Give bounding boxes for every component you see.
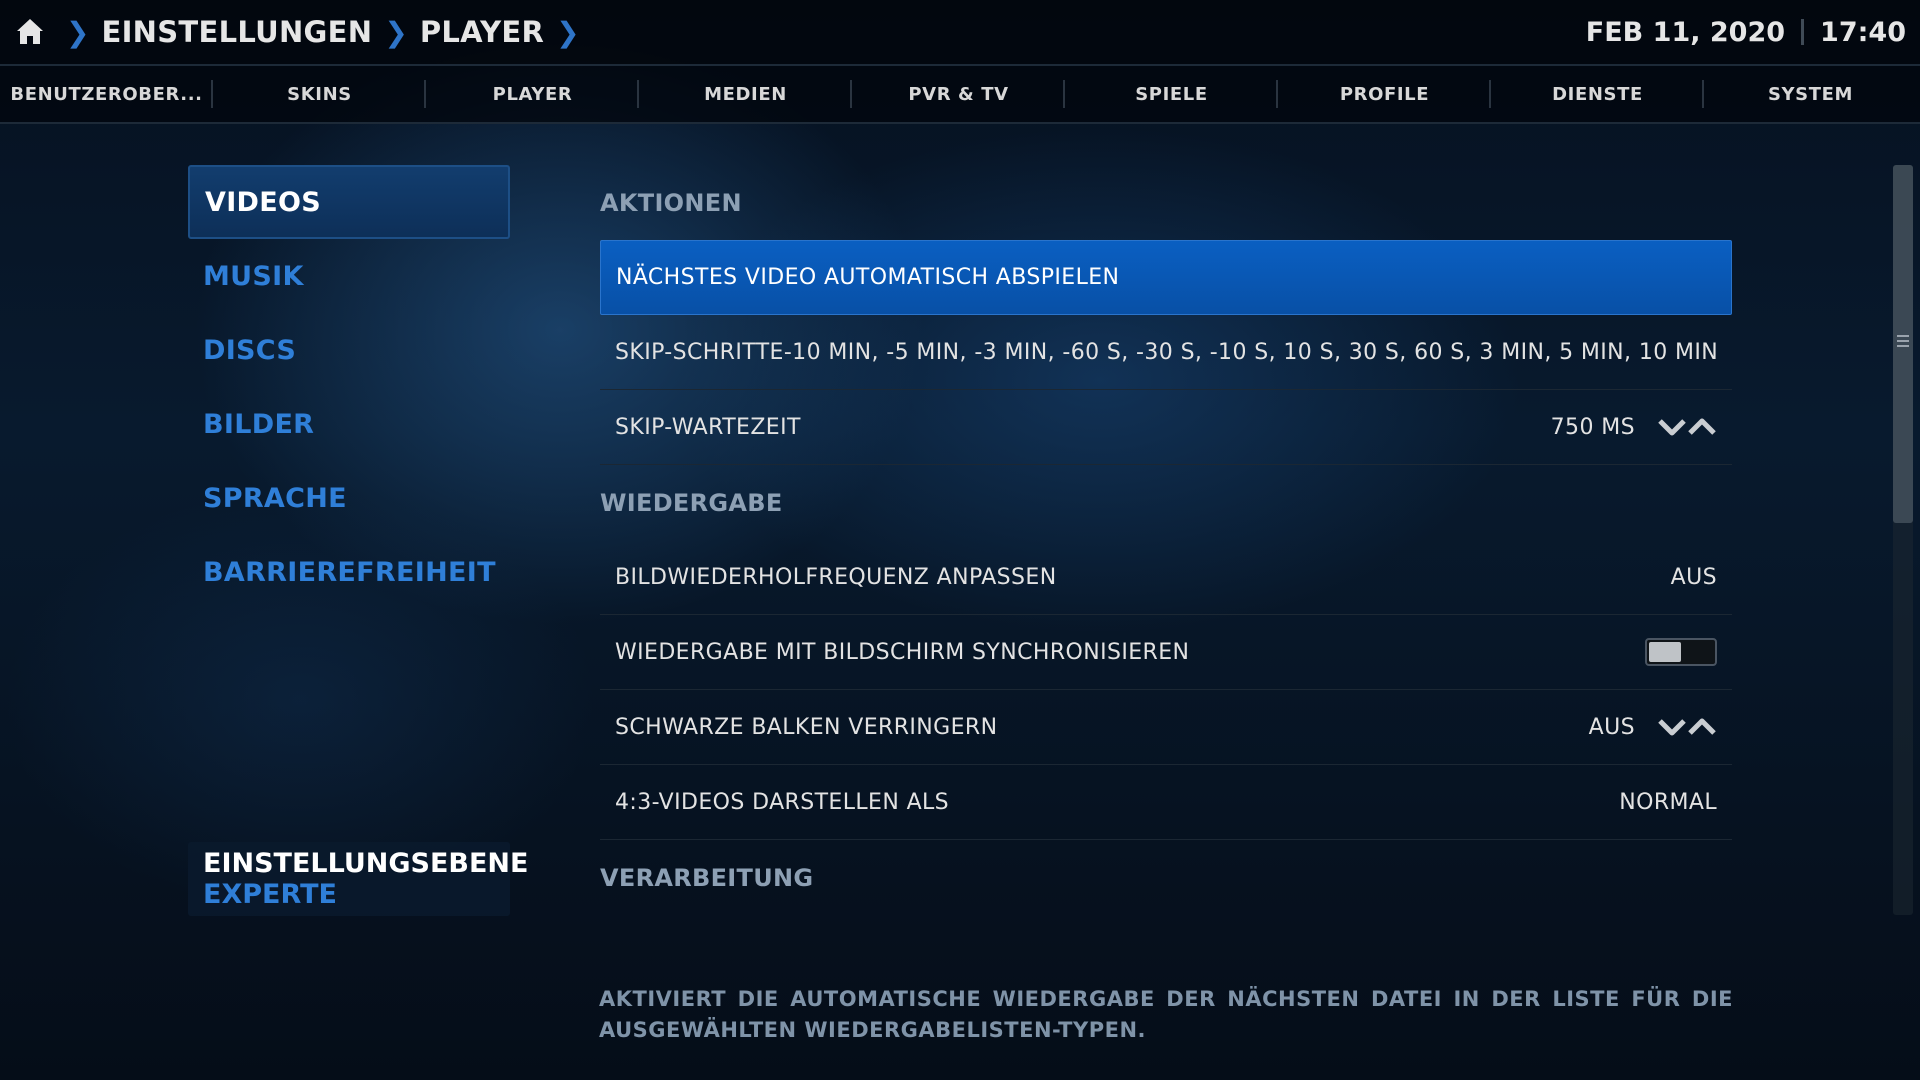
grip-icon: [1897, 335, 1909, 349]
setting-label: 4:3-VIDEOS DARSTELLEN ALS: [615, 789, 950, 815]
setting-label: WIEDERGABE MIT BILDSCHIRM SYNCHRONISIERE…: [615, 639, 1190, 665]
setting-display-4-3-videos[interactable]: 4:3-VIDEOS DARSTELLEN ALS NORMAL: [600, 765, 1732, 840]
setting-value: 750 MS: [1550, 414, 1635, 440]
category-pictures[interactable]: BILDER: [188, 387, 510, 461]
setting-value: NORMAL: [1619, 789, 1717, 815]
category-accessibility[interactable]: BARRIEREFREIHEIT: [188, 535, 510, 609]
home-icon[interactable]: [14, 16, 46, 48]
tab-games[interactable]: SPIELE: [1065, 66, 1278, 122]
tab-system[interactable]: SYSTEM: [1704, 66, 1917, 122]
tab-player[interactable]: PLAYER: [426, 66, 639, 122]
tab-pvr-tv[interactable]: PVR & TV: [852, 66, 1065, 122]
chevron-right-icon: ❯: [556, 15, 580, 49]
chevron-up-icon[interactable]: [1687, 416, 1717, 438]
breadcrumb-item-settings[interactable]: EINSTELLUNGEN: [101, 15, 372, 49]
breadcrumb-item-player: PLAYER: [419, 15, 545, 49]
date-time: FEB 11, 2020 17:40: [1586, 0, 1906, 64]
section-header-actions: AKTIONEN: [600, 188, 742, 217]
tab-interface[interactable]: BENUTZEROBER...: [0, 66, 213, 122]
category-language[interactable]: SPRACHE: [188, 461, 510, 535]
settings-level-value: EXPERTE: [203, 879, 337, 910]
setting-label: SKIP-WARTEZEIT: [615, 414, 801, 440]
toggle-knob: [1649, 642, 1681, 662]
settings-tabs: BENUTZEROBER... SKINS PLAYER MEDIEN PVR …: [0, 66, 1920, 124]
chevron-right-icon: ❯: [66, 15, 90, 49]
time-text: 17:40: [1820, 16, 1906, 48]
section-header-playback: WIEDERGABE: [600, 488, 783, 517]
category-videos[interactable]: VIDEOS: [188, 165, 510, 239]
section-header-processing: VERARBEITUNG: [600, 863, 814, 892]
chevron-down-icon[interactable]: [1657, 716, 1687, 738]
setting-skip-steps[interactable]: SKIP-SCHRITTE -10 MIN, -5 MIN, -3 MIN, -…: [600, 315, 1732, 390]
tab-services[interactable]: DIENSTE: [1491, 66, 1704, 122]
setting-adjust-refresh-rate[interactable]: BILDWIEDERHOLFREQUENZ ANPASSEN AUS: [600, 540, 1732, 615]
category-discs[interactable]: DISCS: [188, 313, 510, 387]
chevron-down-icon[interactable]: [1657, 416, 1687, 438]
setting-label: SKIP-SCHRITTE: [615, 339, 784, 365]
spinner: [1657, 716, 1717, 738]
category-list: VIDEOS MUSIK DISCS BILDER SPRACHE BARRIE…: [188, 165, 510, 609]
top-bar: ❯ EINSTELLUNGEN ❯ PLAYER ❯ FEB 11, 2020 …: [0, 0, 1920, 66]
setting-label: BILDWIEDERHOLFREQUENZ ANPASSEN: [615, 564, 1057, 590]
setting-next-video-autoplay[interactable]: NÄCHSTES VIDEO AUTOMATISCH ABSPIELEN: [600, 240, 1732, 315]
setting-label: SCHWARZE BALKEN VERRINGERN: [615, 714, 998, 740]
settings-list: AKTIONEN NÄCHSTES VIDEO AUTOMATISCH ABSP…: [600, 165, 1732, 915]
scrollbar[interactable]: [1893, 165, 1913, 915]
toggle-switch[interactable]: [1645, 638, 1717, 666]
setting-reduce-black-bars[interactable]: SCHWARZE BALKEN VERRINGERN AUS: [600, 690, 1732, 765]
setting-skip-delay[interactable]: SKIP-WARTEZEIT 750 MS: [600, 390, 1732, 465]
tab-media[interactable]: MEDIEN: [639, 66, 852, 122]
chevron-right-icon: ❯: [384, 15, 408, 49]
tab-skins[interactable]: SKINS: [213, 66, 426, 122]
settings-level-button[interactable]: EINSTELLUNGSEBENE EXPERTE: [188, 842, 529, 916]
category-music[interactable]: MUSIK: [188, 239, 510, 313]
scrollbar-thumb[interactable]: [1893, 165, 1913, 523]
breadcrumb: ❯ EINSTELLUNGEN ❯ PLAYER ❯: [14, 0, 592, 64]
setting-value: -10 MIN, -5 MIN, -3 MIN, -60 S, -30 S, -…: [783, 339, 1719, 365]
chevron-up-icon[interactable]: [1687, 716, 1717, 738]
setting-value: AUS: [1670, 564, 1717, 590]
tab-profiles[interactable]: PROFILE: [1278, 66, 1491, 122]
setting-description: AKTIVIERT DIE AUTOMATISCHE WIEDERGABE DE…: [599, 987, 1733, 1042]
divider: [1801, 19, 1805, 45]
date-text: FEB 11, 2020: [1585, 16, 1786, 48]
spinner: [1657, 416, 1717, 438]
setting-label: NÄCHSTES VIDEO AUTOMATISCH ABSPIELEN: [616, 265, 1120, 290]
settings-level-title: EINSTELLUNGSEBENE: [203, 848, 529, 879]
setting-sync-playback-display[interactable]: WIEDERGABE MIT BILDSCHIRM SYNCHRONISIERE…: [600, 615, 1732, 690]
setting-value: AUS: [1588, 714, 1635, 740]
